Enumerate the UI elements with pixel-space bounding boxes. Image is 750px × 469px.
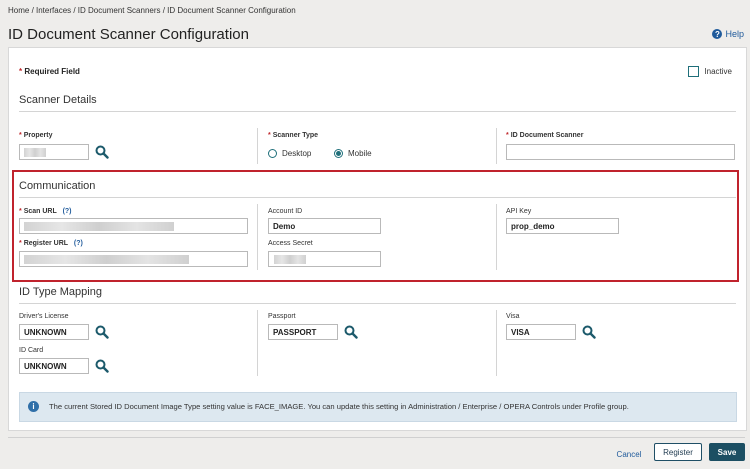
property-label-text: Property <box>23 132 53 139</box>
redacted-value <box>24 148 46 157</box>
register-button[interactable]: Register <box>654 443 702 461</box>
section-title-communication: Communication <box>19 180 96 192</box>
passport-input[interactable]: PASSPORT <box>268 324 338 340</box>
id-card-input[interactable]: UNKNOWN <box>19 358 89 374</box>
property-label: * Property <box>19 132 52 139</box>
id-document-scanner-label-text: ID Document Scanner <box>510 132 584 139</box>
required-star: * <box>19 132 22 139</box>
inactive-label: Inactive <box>704 67 732 76</box>
radio-mobile-label: Mobile <box>348 149 372 158</box>
required-field-note: * Required Field <box>19 67 80 76</box>
redacted-value <box>274 255 306 264</box>
visa-input[interactable]: VISA <box>506 324 576 340</box>
info-icon: i <box>28 401 39 412</box>
account-id-label: Account ID <box>268 208 303 215</box>
required-star: * <box>19 208 22 215</box>
required-star: * <box>268 132 271 139</box>
page-title: ID Document Scanner Configuration <box>8 26 249 43</box>
help-link[interactable]: ? Help <box>712 29 744 39</box>
title-bar: ID Document Scanner Configuration ? Help <box>0 22 750 46</box>
column-divider <box>496 204 497 270</box>
divider <box>19 197 736 198</box>
footer-divider <box>8 437 745 438</box>
column-divider <box>257 128 258 164</box>
api-key-label: API Key <box>506 208 532 215</box>
section-title-scanner-details: Scanner Details <box>19 94 97 106</box>
scanner-type-label-text: Scanner Type <box>272 132 319 139</box>
id-document-scanner-input[interactable] <box>506 144 735 160</box>
scan-url-help-hint[interactable]: (?) <box>63 208 72 215</box>
radio-mobile-circle[interactable] <box>334 149 343 158</box>
required-field-label: Required Field <box>24 67 80 76</box>
help-label: Help <box>725 29 744 39</box>
register-url-help-hint[interactable]: (?) <box>74 240 83 247</box>
required-star: * <box>19 67 23 76</box>
passport-label: Passport <box>268 313 296 320</box>
passport-search-icon[interactable] <box>344 325 358 339</box>
cancel-button[interactable]: Cancel <box>609 445 649 463</box>
info-text: The current Stored ID Document Image Typ… <box>49 402 629 411</box>
account-id-input[interactable]: Demo <box>268 218 381 234</box>
scan-url-input[interactable] <box>19 218 248 234</box>
visa-search-icon[interactable] <box>582 325 596 339</box>
column-divider <box>257 204 258 270</box>
visa-label: Visa <box>506 313 520 320</box>
radio-desktop-label: Desktop <box>282 149 312 158</box>
property-input[interactable] <box>19 144 89 160</box>
redacted-value <box>24 222 174 231</box>
inactive-toggle[interactable]: Inactive <box>688 66 732 77</box>
required-star: * <box>506 132 509 139</box>
divider <box>19 303 736 304</box>
configuration-card: * Required Field Inactive Scanner Detail… <box>8 47 747 431</box>
register-url-input[interactable] <box>19 251 248 267</box>
inactive-checkbox[interactable] <box>688 66 700 77</box>
column-divider <box>496 128 497 164</box>
scan-url-label: * Scan URL (?) <box>19 208 72 215</box>
breadcrumb[interactable]: Home / Interfaces / ID Document Scanners… <box>8 6 296 15</box>
redacted-value <box>24 255 189 264</box>
required-star: * <box>19 240 22 247</box>
access-secret-input[interactable] <box>268 251 381 267</box>
register-url-label-text: Register URL <box>23 240 68 247</box>
save-button[interactable]: Save <box>709 443 745 461</box>
info-banner: i The current Stored ID Document Image T… <box>19 392 737 422</box>
scan-url-label-text: Scan URL <box>23 208 57 215</box>
scanner-type-label: * Scanner Type <box>268 132 318 139</box>
property-search-icon[interactable] <box>95 145 109 159</box>
register-url-label: * Register URL (?) <box>19 240 83 247</box>
access-secret-label: Access Secret <box>268 240 313 247</box>
drivers-license-search-icon[interactable] <box>95 325 109 339</box>
radio-desktop-circle[interactable] <box>268 149 277 158</box>
api-key-input[interactable]: prop_demo <box>506 218 619 234</box>
drivers-license-label: Driver's License <box>19 313 69 320</box>
divider <box>19 111 736 112</box>
id-card-label: ID Card <box>19 347 44 354</box>
id-card-search-icon[interactable] <box>95 359 109 373</box>
column-divider <box>496 310 497 376</box>
radio-selected-dot <box>336 151 341 156</box>
help-icon: ? <box>712 29 723 39</box>
radio-desktop[interactable]: Desktop <box>268 149 311 158</box>
section-title-id-type-mapping: ID Type Mapping <box>19 286 102 298</box>
radio-mobile[interactable]: Mobile <box>334 149 372 158</box>
id-document-scanner-label: * ID Document Scanner <box>506 132 583 139</box>
drivers-license-input[interactable]: UNKNOWN <box>19 324 89 340</box>
column-divider <box>257 310 258 376</box>
